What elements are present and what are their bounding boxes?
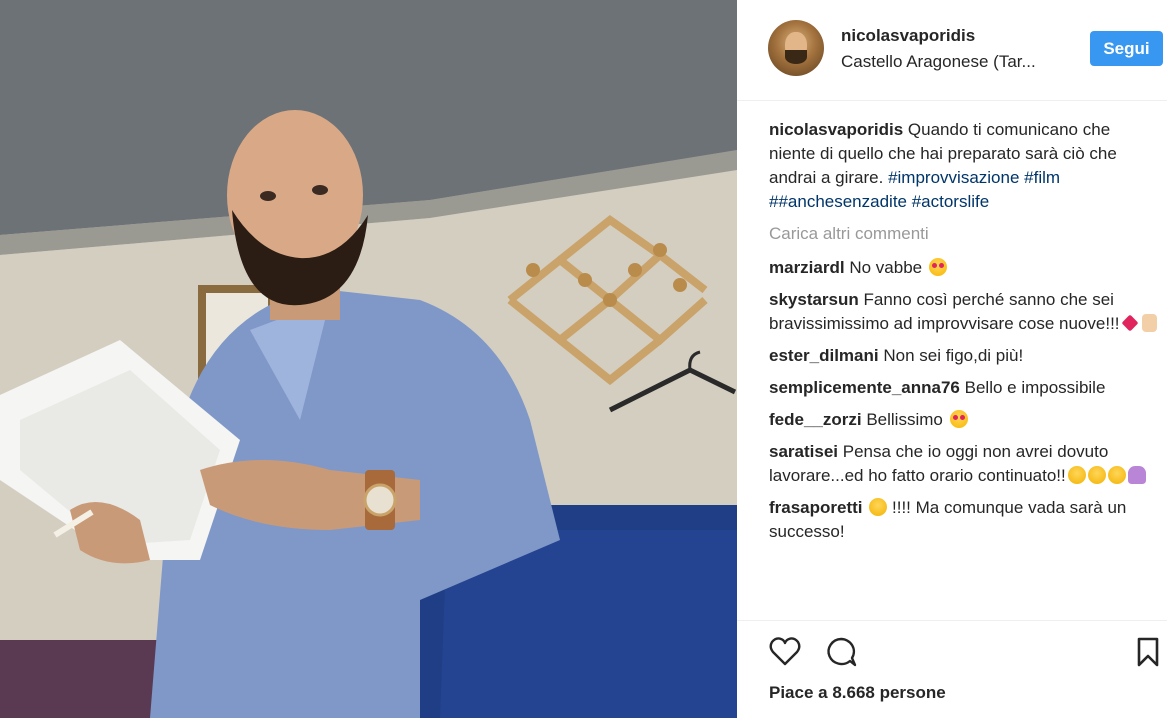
heart-eyes-emoji-icon	[949, 410, 968, 428]
avatar-beard	[785, 50, 807, 64]
comment-username[interactable]: frasaporetti	[769, 498, 863, 517]
comment-username[interactable]: ester_dilmani	[769, 346, 879, 365]
speech-bubble-icon[interactable]	[824, 635, 858, 669]
heart-emoji-icon	[1121, 314, 1139, 332]
caption: nicolasvaporidis Quando ti comunicano ch…	[769, 118, 1161, 214]
comment-item: semplicemente_anna76 Bello e impossibile	[769, 376, 1161, 400]
photo-illustration	[0, 0, 737, 718]
thumbs-up-emoji-icon	[1141, 314, 1157, 332]
comment-username[interactable]: fede__zorzi	[769, 410, 862, 429]
unamused-emoji-icon	[1087, 466, 1106, 484]
comment-text: Non sei figo,di più!	[883, 346, 1024, 365]
bookmark-icon[interactable]	[1131, 635, 1165, 669]
comment-item: frasaporetti !!!! Ma comunque vada sarà …	[769, 496, 1161, 544]
comment-item: ester_dilmani Non sei figo,di più!	[769, 344, 1161, 368]
post-username[interactable]: nicolasvaporidis	[841, 26, 975, 46]
comment-item: marziardl No vabbe	[769, 256, 1161, 280]
comments-list: nicolasvaporidis Quando ti comunicano ch…	[769, 118, 1161, 552]
comment-username[interactable]: skystarsun	[769, 290, 859, 309]
comment-item: skystarsun Fanno così perché sanno che s…	[769, 288, 1161, 336]
load-more-comments-link[interactable]: Carica altri commenti	[769, 222, 1161, 246]
person-shrugging-emoji-icon	[1127, 466, 1146, 484]
comment-item: fede__zorzi Bellissimo	[769, 408, 1161, 432]
comment-username[interactable]: saratisei	[769, 442, 838, 461]
post-photo[interactable]	[0, 0, 737, 718]
weary-emoji-icon	[1107, 466, 1126, 484]
heart-eyes-emoji-icon	[928, 258, 947, 276]
post-location[interactable]: Castello Aragonese (Tar...	[841, 52, 1036, 72]
follow-button[interactable]: Segui	[1090, 31, 1163, 66]
comment-item: saratisei Pensa che io oggi non avrei do…	[769, 440, 1161, 488]
avatar[interactable]	[768, 20, 824, 76]
heart-icon[interactable]	[768, 635, 802, 669]
post-side-panel: nicolasvaporidis Castello Aragonese (Tar…	[737, 0, 1167, 718]
grinning-sweat-emoji-icon	[869, 498, 888, 516]
comment-text: Bellissimo	[866, 410, 943, 429]
eye-roll-emoji-icon	[1067, 466, 1086, 484]
likes-count[interactable]: Piace a 8.668 persone	[769, 683, 946, 703]
comment-username[interactable]: marziardl	[769, 258, 845, 277]
post-actions-bar: Piace a 8.668 persone	[737, 620, 1167, 718]
comment-text: No vabbe	[849, 258, 923, 277]
comment-text: Bello e impossibile	[964, 378, 1106, 397]
comment-username[interactable]: semplicemente_anna76	[769, 378, 960, 397]
post-header: nicolasvaporidis Castello Aragonese (Tar…	[737, 0, 1167, 101]
caption-username[interactable]: nicolasvaporidis	[769, 120, 903, 139]
